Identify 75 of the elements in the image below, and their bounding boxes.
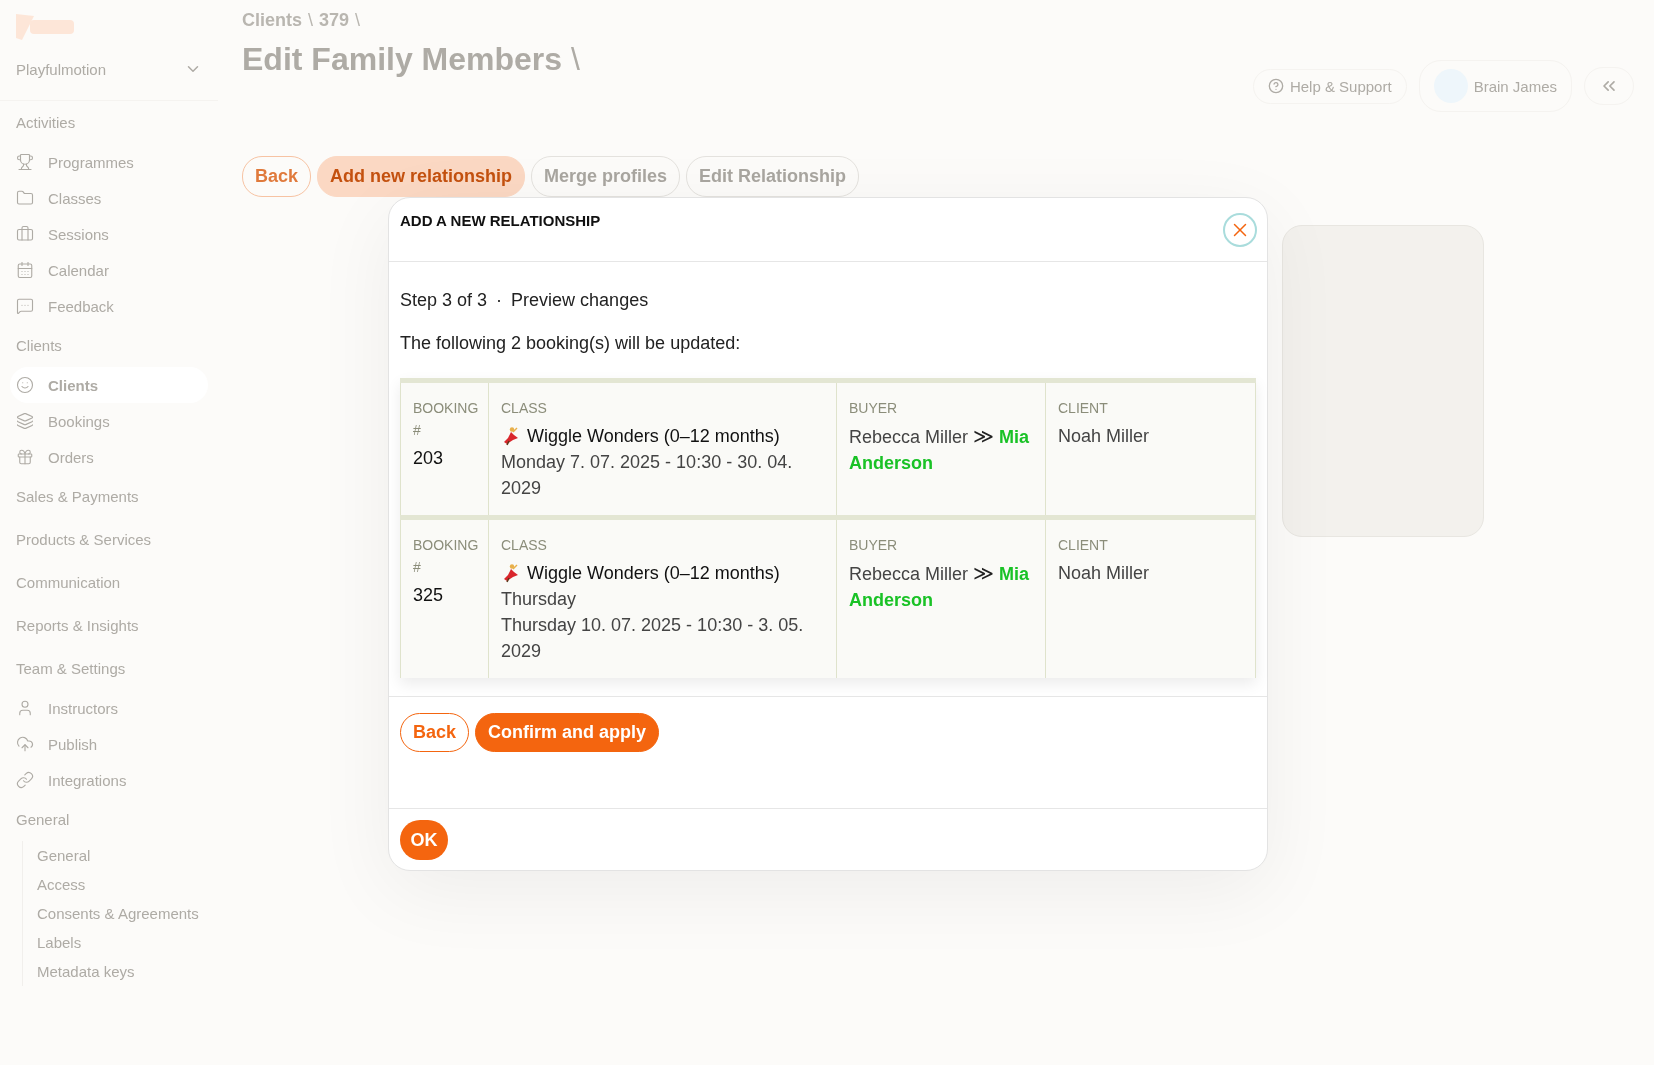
user-icon [16, 699, 34, 717]
briefcase-icon [16, 225, 34, 243]
sidebar-item[interactable]: Classes [10, 180, 208, 216]
section-title: Communication [15, 573, 122, 593]
section-title: Activities [15, 113, 77, 133]
buyer-change: Rebecca Miller ≫ Mia Anderson [849, 560, 1031, 612]
schedule-text: Thursday 10. 07. 2025 - 10:30 - 3. 05. 2029 [501, 614, 805, 663]
sidebar-item[interactable]: Sessions [10, 216, 208, 252]
column-label: BOOKING # [413, 399, 476, 440]
column-label: CLIENT [1058, 536, 1109, 555]
section-title: Clients [15, 336, 63, 356]
sidebar-subitem[interactable]: Consents & Agreements [23, 899, 218, 928]
back-button[interactable]: Back [400, 713, 470, 752]
sidebar-item[interactable]: Integrations [10, 762, 208, 798]
sidebar-item[interactable]: Instructors [10, 690, 208, 726]
logo-icon [14, 12, 76, 42]
folder-icon [16, 189, 34, 207]
class-name: Wiggle Wonders (0–12 months) [527, 425, 780, 448]
sidebar-subitem[interactable]: Labels [23, 928, 218, 957]
sidebar-item[interactable]: Calendar [10, 252, 208, 288]
ok-button[interactable]: OK [400, 820, 448, 860]
link-icon [16, 771, 34, 789]
step-name: Preview changes [511, 290, 649, 311]
sidebar-subitem[interactable]: Access [23, 870, 218, 899]
gift-icon [16, 448, 34, 466]
close-button[interactable] [1223, 213, 1257, 247]
sidebar-item[interactable]: Feedback [10, 288, 208, 324]
schedule-text: Monday 7. 07. 2025 - 10:30 - 30. 04. 2029 [501, 451, 794, 500]
client-name: Noah Miller [1058, 425, 1151, 448]
sidebar-item[interactable]: Bookings [10, 403, 208, 439]
schedule-text: Thursday [501, 588, 578, 611]
client-name: Noah Miller [1058, 562, 1151, 585]
sidebar-item[interactable]: Publish [10, 726, 208, 762]
column-label: CLASS [501, 399, 548, 418]
help-icon [1267, 78, 1284, 94]
column-label: BUYER [849, 399, 899, 418]
sidebar-subitem[interactable]: General [23, 841, 218, 870]
sidebar-subitem[interactable]: Metadata keys [23, 957, 218, 986]
dialog-title: ADD A NEW RELATIONSHIP [400, 212, 601, 229]
booking-number: 325 [413, 584, 445, 607]
column-label: CLIENT [1058, 399, 1109, 418]
step-separator: · [496, 290, 503, 311]
group-title[interactable]: General [0, 798, 218, 841]
breadcrumb-link[interactable]: Clients [242, 10, 302, 31]
calendar-icon [16, 261, 34, 279]
column-label: BUYER [849, 536, 899, 555]
sidebar-item[interactable]: Programmes [10, 144, 208, 180]
booking-number: 203 [413, 447, 445, 470]
trophy-icon [16, 153, 34, 171]
summary-text: The following 2 booking(s) will be updated: [400, 333, 742, 354]
section-title: Team & Settings [15, 659, 127, 679]
class-name: Wiggle Wonders (0–12 months) [527, 562, 780, 585]
breadcrumb-separator: \ [355, 10, 361, 31]
action-button[interactable]: Add new relationship [317, 156, 526, 197]
account-name[interactable]: Playfulmotion [16, 60, 107, 78]
action-button[interactable]: Back [242, 156, 312, 197]
message-icon [16, 297, 34, 315]
confirm-button[interactable]: Confirm and apply [475, 713, 660, 752]
column-label: BOOKING # [413, 536, 476, 577]
section-title: Sales & Payments [15, 487, 140, 507]
title-separator: \ [571, 41, 580, 77]
cloud-upload-icon [16, 735, 34, 753]
face-icon [16, 376, 34, 394]
layers-icon [16, 412, 34, 430]
breadcrumb-separator: \ [308, 10, 314, 31]
page-title: Edit Family Members [242, 41, 563, 77]
section-title: Reports & Insights [15, 616, 140, 636]
sidebar-item[interactable]: Clients [10, 367, 208, 403]
buyer-change: Rebecca Miller ≫ Mia Anderson [849, 423, 1031, 475]
section-title: Products & Services [15, 530, 153, 550]
step-counter: Step 3 of 3 [400, 290, 488, 311]
sidebar-item[interactable]: Orders [10, 439, 208, 475]
user-menu[interactable]: Brain James [1418, 60, 1572, 112]
breadcrumb-link[interactable]: 379 [319, 10, 350, 31]
column-label: CLASS [501, 536, 548, 555]
